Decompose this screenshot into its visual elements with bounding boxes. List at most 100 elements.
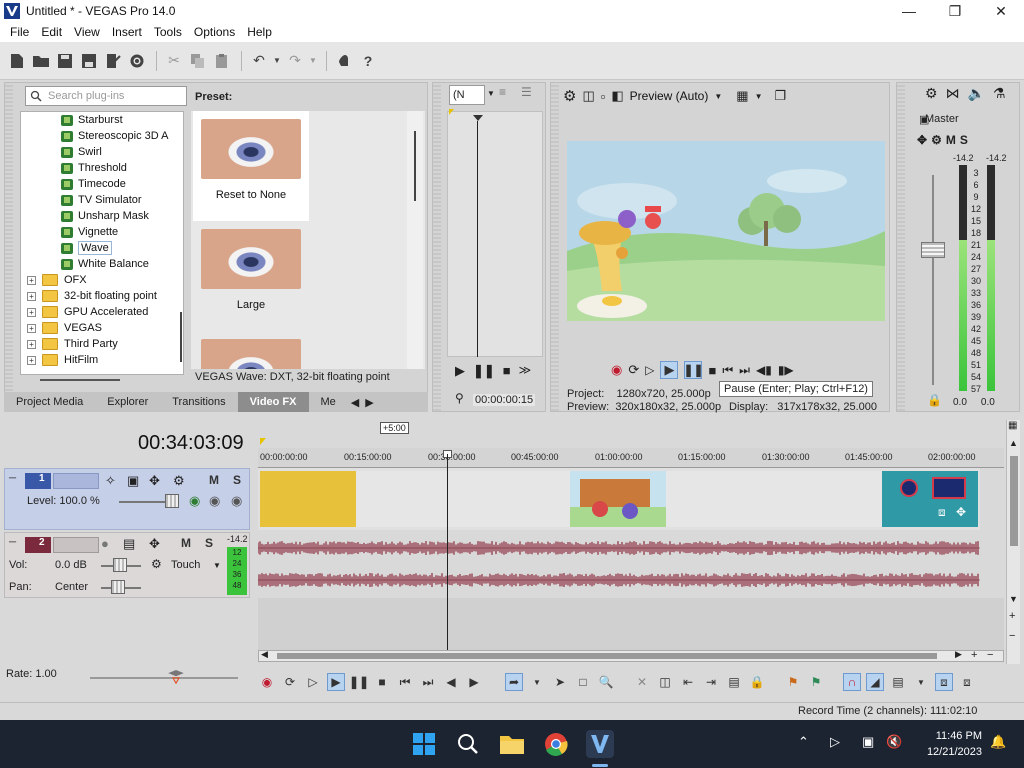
play-from-start-icon[interactable]: ▷ — [304, 673, 322, 691]
go-to-end-icon[interactable]: ⏭ — [419, 673, 437, 691]
properties-gear-icon[interactable] — [126, 50, 148, 72]
next-frame-icon[interactable]: ▮▶ — [778, 363, 794, 377]
compositing-mode-icon[interactable]: ✥ — [149, 473, 160, 489]
undo-dropdown-icon[interactable]: ▼ — [272, 50, 282, 72]
copy-snapshot-icon[interactable]: ❐ — [775, 88, 787, 104]
loop-icon[interactable]: ≫ — [519, 363, 532, 379]
new-file-icon[interactable] — [6, 50, 28, 72]
video-track-lane[interactable]: ⧈ ✥ — [258, 468, 980, 530]
event-fx-icon[interactable]: ✥ — [956, 505, 966, 519]
envelope-tool-icon[interactable]: ➤ — [551, 673, 569, 691]
redo-icon[interactable]: ↷ — [284, 50, 306, 72]
stop-icon[interactable]: ■ — [708, 363, 716, 378]
collapse-track-icon[interactable]: ─ — [9, 537, 16, 548]
panel-grip[interactable] — [5, 83, 13, 411]
tree-item[interactable]: Stereoscopic 3D A — [21, 128, 183, 144]
preset-item[interactable]: Large — [193, 221, 309, 331]
timeline-vertical-scrollbar[interactable]: ▦ ▲ ▼ + − — [1006, 420, 1020, 664]
track-motion-icon[interactable]: ✧ — [105, 473, 116, 489]
close-button[interactable]: ✕ — [978, 0, 1024, 22]
scroll-right-icon[interactable]: ▶ — [955, 649, 962, 660]
network-icon[interactable]: ▷ — [830, 734, 840, 750]
tab-video-fx[interactable]: Video FX — [237, 392, 309, 412]
tab-explorer[interactable]: Explorer — [95, 392, 160, 412]
panel-grip[interactable] — [897, 83, 905, 411]
menu-tools[interactable]: Tools — [148, 25, 188, 39]
tab-project-media[interactable]: Project Media — [4, 392, 95, 412]
trimmer-filter-icon[interactable]: ☰ — [521, 85, 532, 99]
trimmer-options-icon[interactable]: ≡ — [499, 85, 506, 99]
trimmer-media-select[interactable]: (N — [449, 85, 485, 105]
scroll-left-icon[interactable]: ◀ — [261, 649, 268, 660]
chevron-down-icon[interactable]: ▼ — [213, 561, 221, 570]
composite-child-icon[interactable]: ◉ — [209, 493, 220, 509]
menu-options[interactable]: Options — [188, 25, 241, 39]
audio-track-header[interactable]: ─ 2 ● ▤ ✥ M S -14.2 12 24 36 48 Vol: 0.0… — [4, 532, 250, 598]
video-clip-thumbnail[interactable] — [570, 471, 666, 527]
tree-item[interactable]: White Balance — [21, 256, 183, 272]
lock-event-icon[interactable]: 🔒 — [748, 673, 766, 691]
zoom-in-icon[interactable]: + — [1009, 610, 1015, 622]
open-folder-icon[interactable] — [30, 50, 52, 72]
expand-icon[interactable]: + — [27, 339, 36, 349]
event-pan-crop-icon[interactable]: ⧈ — [938, 505, 946, 520]
pause-icon[interactable]: ❚❚ — [683, 361, 704, 379]
redo-dropdown-icon[interactable]: ▼ — [308, 50, 318, 72]
normal-edit-tool-icon[interactable]: ➦ — [505, 673, 523, 691]
play-from-start-icon[interactable]: ▷ — [645, 363, 654, 377]
pan-fader[interactable] — [111, 580, 125, 594]
stop-icon[interactable]: ■ — [373, 673, 391, 691]
preview-settings-gear-icon[interactable]: ⚙ — [563, 87, 576, 105]
preset-item[interactable] — [193, 331, 309, 369]
lock-envelopes-icon[interactable]: ⧈ — [935, 673, 953, 691]
save-as-icon[interactable] — [78, 50, 100, 72]
tree-vertical-scrollbar[interactable] — [177, 112, 183, 374]
plugin-search-field[interactable]: Search plug-ins — [25, 86, 187, 106]
taskbar-clock[interactable]: 11:46 PM 12/21/2023 — [916, 728, 982, 760]
expand-icon[interactable]: + — [27, 307, 36, 317]
chevron-down-icon[interactable]: ▼ — [912, 673, 930, 691]
track-settings-gear-icon[interactable]: ⚙ — [173, 473, 185, 489]
dim-output-icon[interactable]: 🔈 — [968, 85, 985, 102]
overlays-icon[interactable]: ◧ — [611, 88, 623, 104]
maximize-button[interactable]: ❐ — [932, 0, 978, 22]
tree-folder[interactable]: + OFX — [21, 272, 183, 288]
tree-item[interactable]: Threshold — [21, 160, 183, 176]
tree-item[interactable]: Starburst — [21, 112, 183, 128]
external-monitor-icon[interactable]: ◫ — [582, 88, 594, 104]
insert-region-icon[interactable]: ⚑ — [807, 673, 825, 691]
chevron-down-icon[interactable]: ▼ — [528, 673, 546, 691]
record-icon[interactable]: ◉ — [611, 362, 622, 378]
scrollbar-thumb[interactable] — [1010, 456, 1018, 546]
volume-fader[interactable] — [113, 558, 127, 572]
tree-item-selected[interactable]: Wave — [21, 240, 183, 256]
timeline-horizontal-scrollbar[interactable]: ◀ ▶ + − — [258, 649, 1004, 662]
next-frame-icon[interactable]: ▶ — [465, 673, 483, 691]
expand-icon[interactable]: + — [27, 355, 36, 365]
timeline-ruler[interactable]: 00:00:00:00 00:15:00:00 00:30:00:00 00:4… — [258, 448, 1004, 468]
show-hidden-icons-icon[interactable]: ⌃ — [798, 734, 809, 750]
tab-transitions[interactable]: Transitions — [160, 392, 237, 412]
windows-start-icon[interactable] — [410, 730, 438, 758]
tab-media-generators[interactable]: Me — [309, 392, 348, 412]
lock-faders-icon[interactable]: ⚗ — [993, 85, 1006, 102]
play-icon[interactable]: ▶ — [660, 361, 679, 379]
video-clip[interactable] — [260, 471, 356, 527]
trimmer-timeline[interactable] — [447, 111, 543, 357]
tab-scroll-right-icon[interactable]: ▶ — [362, 392, 376, 412]
video-clip[interactable]: ⧈ ✥ — [882, 471, 978, 527]
make-compositing-child-icon[interactable]: ◉ — [231, 493, 242, 509]
pause-icon[interactable]: ❚❚ — [349, 673, 369, 691]
tree-item[interactable]: Swirl — [21, 144, 183, 160]
play-icon[interactable]: ▶ — [455, 363, 465, 379]
master-fx-move-icon[interactable]: ✥ — [917, 133, 927, 147]
enable-snapping-icon[interactable]: ∩ — [843, 673, 861, 691]
display-icon[interactable]: ▣ — [862, 734, 874, 750]
master-volume-fader[interactable] — [921, 242, 945, 258]
previous-frame-icon[interactable]: ◀ — [442, 673, 460, 691]
loop-playback-icon[interactable]: ⟳ — [628, 362, 639, 378]
insert-marker-icon[interactable]: ⚑ — [784, 673, 802, 691]
preset-scrollbar[interactable] — [407, 111, 423, 369]
volume-icon[interactable]: 🔇 — [886, 734, 902, 750]
zoom-in-time-icon[interactable]: + — [971, 649, 977, 661]
